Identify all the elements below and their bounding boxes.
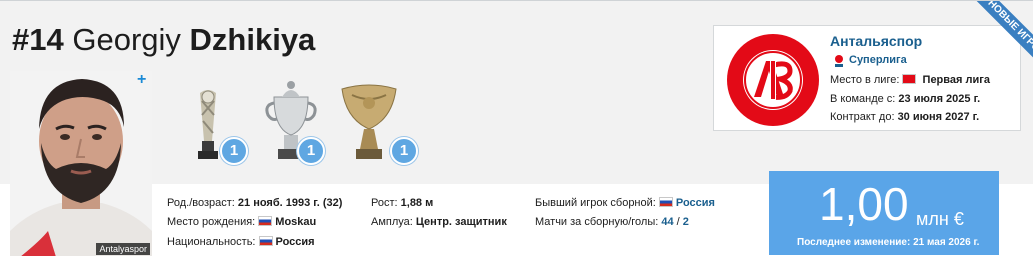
joined-value: 23 июля 2025 г. xyxy=(898,93,981,105)
birth-row: Род./возраст: 21 нояб. 1993 г. (32) xyxy=(167,197,342,209)
ribbon-label: НОВЫЕ ИГРОКИ xyxy=(966,1,1033,83)
caps-link[interactable]: 44 xyxy=(661,216,673,228)
position-value: Центр. защитник xyxy=(415,216,507,228)
market-value-amount: 1,00 xyxy=(819,178,909,230)
shirt-number: #14 xyxy=(12,22,64,57)
new-players-ribbon[interactable]: НОВЫЕ ИГРОКИ xyxy=(943,1,1033,91)
page-title: #14 Georgiy Dzhikiya xyxy=(12,20,315,60)
market-value-last-change: Последнее изменение: 21 мая 2026 г. xyxy=(797,237,980,248)
joined-row: В команде с: 23 июля 2025 г. xyxy=(830,93,980,105)
caps-goals-separator: / xyxy=(676,216,680,228)
russia-flag-icon xyxy=(258,236,273,246)
league-position-label: Место в лиге: xyxy=(830,74,900,86)
player-first-name: Georgiy xyxy=(72,22,181,57)
club-crest-icon xyxy=(727,34,819,126)
club-name-link[interactable]: Антальяспор xyxy=(830,33,922,49)
national-team-link[interactable]: Россия xyxy=(676,197,715,209)
contract-label: Контракт до: xyxy=(830,111,895,123)
height-label: Рост: xyxy=(371,197,398,209)
position-row: Амплуа: Центр. защитник xyxy=(371,216,507,228)
birth-value: 21 нояб. 1993 г. (32) xyxy=(237,197,343,209)
caps-goals-row: Матчи за сборную/голы: 44 / 2 xyxy=(535,216,689,228)
birthplace-row: Место рождения: Moskau xyxy=(167,216,316,228)
player-portrait-image xyxy=(10,71,152,256)
birth-label: Род./возраст: xyxy=(167,197,235,209)
contract-row: Контракт до: 30 июня 2027 г. xyxy=(830,111,979,123)
trophy-1-count: 1 xyxy=(220,137,248,165)
height-row: Рост: 1,88 м xyxy=(371,197,433,209)
photo-club-caption: Antalyaspor xyxy=(96,243,150,255)
contract-value: 30 июня 2027 г. xyxy=(897,111,980,123)
trophy-3-count: 1 xyxy=(390,137,418,165)
league-name-link[interactable]: Суперлига xyxy=(849,54,907,66)
turkey-flag-icon xyxy=(902,74,917,84)
nationality-row: Национальность: Россия xyxy=(167,236,315,248)
trophy-2-count: 1 xyxy=(297,137,325,165)
height-value: 1,88 м xyxy=(400,197,434,209)
club-logo[interactable] xyxy=(724,31,822,129)
position-label: Амплуа: xyxy=(371,216,413,228)
birthplace-label: Место рождения: xyxy=(167,216,256,228)
player-last-name: Dzhikiya xyxy=(189,22,316,57)
player-header: #14 Georgiy Dzhikiya Antalyaspor + 1 1 1… xyxy=(0,0,1033,256)
russia-flag-icon xyxy=(658,197,673,207)
nationality-value: Россия xyxy=(275,236,315,248)
add-photo-icon[interactable]: + xyxy=(137,71,146,89)
player-photo[interactable]: Antalyaspor xyxy=(10,71,152,256)
market-value-box[interactable]: 1,00 млн € Последнее изменение: 21 мая 2… xyxy=(769,171,999,255)
market-value-unit: млн € xyxy=(916,209,964,229)
former-international-label: Бывший игрок сборной: xyxy=(535,197,656,209)
birthplace-value: Moskau xyxy=(275,216,317,228)
joined-label: В команде с: xyxy=(830,93,896,105)
goals-link[interactable]: 2 xyxy=(683,216,689,228)
league-logo-icon xyxy=(835,55,843,67)
former-international-row: Бывший игрок сборной: Россия xyxy=(535,197,715,209)
russia-flag-icon xyxy=(258,216,273,226)
caps-goals-label: Матчи за сборную/голы: xyxy=(535,216,659,228)
nationality-label: Национальность: xyxy=(167,236,256,248)
